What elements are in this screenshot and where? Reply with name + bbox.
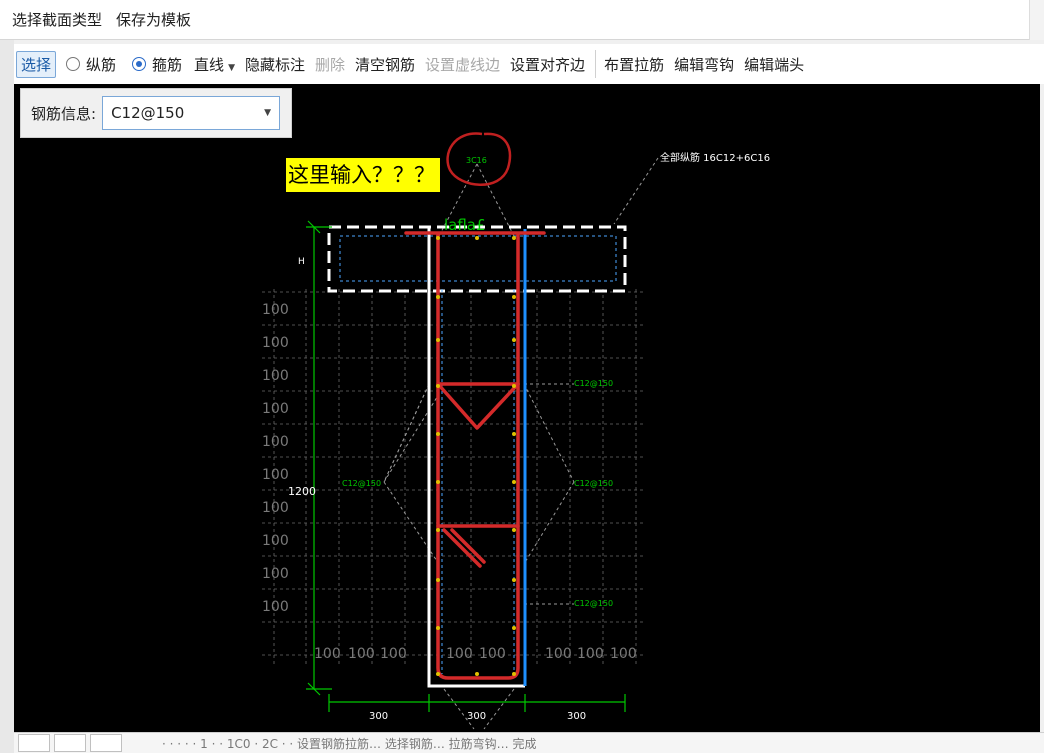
grid-label: 100	[314, 646, 341, 662]
longitudinal-radio-label: 纵筋	[86, 55, 117, 74]
h-label: H	[298, 257, 305, 267]
grid-label: 100	[262, 533, 289, 549]
dimension-lines	[306, 220, 626, 712]
line-mode-label: 直线	[194, 55, 225, 74]
stirrups	[404, 231, 546, 680]
grid-label: 100	[348, 646, 375, 662]
section-drawing-canvas[interactable]: 100 100 100 100 100 100 100 100 100 100 …	[14, 84, 1040, 732]
left-stirrup-label: C12@150	[342, 479, 381, 488]
rebar-info-label: 钢筋信息:	[31, 104, 97, 123]
section-drawing: 100 100 100 100 100 100 100 100 100 100 …	[262, 132, 770, 730]
grid-label: 100	[262, 302, 289, 318]
place-tie-button[interactable]: 布置拉筋	[600, 51, 668, 78]
bottom-dimension-label: 300	[567, 711, 586, 722]
bottom-dimension-label: 300	[369, 711, 388, 722]
grid-label: 100	[262, 401, 289, 417]
right-stirrup-label: C12@150	[574, 379, 613, 388]
vertical-scrollbar[interactable]	[1029, 0, 1044, 40]
set-dashed-edge-button[interactable]: 设置虚线边	[421, 51, 504, 78]
delete-button[interactable]: 删除	[311, 51, 349, 78]
clear-rebar-button[interactable]: 清空钢筋	[351, 51, 419, 78]
rebar-info-select[interactable]: C12@150 ▼	[102, 96, 281, 130]
grid-label: 100	[262, 434, 289, 450]
grid-label: 100	[262, 599, 289, 615]
grid-label: 100	[610, 646, 637, 662]
select-tool-button[interactable]: 选择	[16, 50, 57, 78]
radio-checked-icon	[132, 57, 147, 71]
stirrup-radio[interactable]: 箍筋	[132, 54, 182, 75]
save-template-button[interactable]: 保存为模板	[110, 5, 197, 34]
grid-label: 100	[380, 646, 407, 662]
rebar-info-panel: 钢筋信息: C12@150 ▼	[20, 88, 292, 138]
bottom-tab[interactable]	[54, 734, 86, 752]
grid-label: 100	[262, 566, 289, 582]
web-outline	[427, 227, 525, 688]
line-mode-dropdown[interactable]: 直线 ▼	[190, 51, 239, 78]
grid-label: 100	[262, 368, 289, 384]
grid-label: 100	[479, 646, 506, 662]
flange-inner-outline	[339, 235, 617, 282]
rebar-markers	[436, 236, 516, 676]
height-dimension-label: 1200	[288, 485, 316, 498]
grid-label: 100	[262, 467, 289, 483]
top-bar: 选择截面类型 保存为模板	[0, 0, 1044, 40]
radio-unchecked-icon	[66, 57, 81, 71]
hide-labels-button[interactable]: 隐藏标注	[241, 51, 309, 78]
bottom-dimension-label: 300	[467, 711, 486, 722]
select-section-type-button[interactable]: 选择截面类型	[6, 5, 108, 34]
drawing-toolbar: 选择 纵筋 箍筋 直线 ▼ 隐藏标注 删除 清空钢筋 设置虚线边 设置对齐边 布置…	[14, 44, 1044, 84]
bottom-tab[interactable]	[18, 734, 50, 752]
right-stirrup-label: C12@150	[574, 479, 613, 488]
flange-label: lafla£	[444, 216, 486, 234]
grid-label: 100	[545, 646, 572, 662]
edit-hook-button[interactable]: 编辑弯钩	[670, 51, 738, 78]
status-bar: · · · · · 1 · · 1C0 · 2C · · 设置钢筋拉筋… 选择钢…	[14, 732, 1044, 753]
bottom-tab[interactable]	[90, 734, 122, 752]
rebar-info-value: C12@150	[111, 104, 185, 122]
grid-label: 100	[446, 646, 473, 662]
stirrup-radio-label: 箍筋	[152, 55, 183, 74]
right-stirrup-label: C12@150	[574, 599, 613, 608]
highlight-note: 这里输入？？？	[286, 158, 440, 192]
chevron-down-icon: ▼	[264, 108, 272, 118]
edit-end-button[interactable]: 编辑端头	[740, 51, 808, 78]
chevron-down-icon: ▼	[228, 62, 235, 73]
grid-label: 100	[577, 646, 604, 662]
grid-label: 100	[262, 335, 289, 351]
set-align-edge-button[interactable]: 设置对齐边	[506, 51, 589, 78]
all-longitudinal-label: 全部纵筋 16C12+6C16	[660, 151, 770, 164]
leader-lines	[383, 157, 659, 730]
status-text: · · · · · 1 · · 1C0 · 2C · · 设置钢筋拉筋… 选择钢…	[162, 736, 537, 751]
longitudinal-radio[interactable]: 纵筋	[66, 54, 116, 75]
top-rebar-label: 3C16	[466, 156, 487, 165]
left-panel-edge	[0, 40, 14, 753]
grid-label: 100	[262, 500, 289, 516]
toolbar-divider	[595, 50, 597, 78]
